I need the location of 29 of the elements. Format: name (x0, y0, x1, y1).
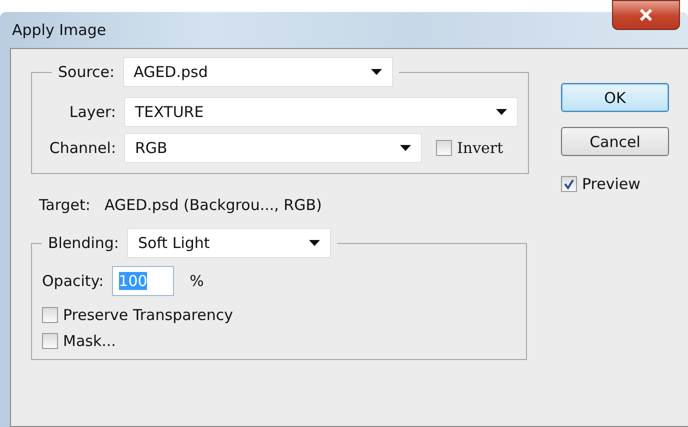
unit-label: % (190, 272, 204, 290)
checkbox[interactable] (42, 333, 58, 349)
dropdown-arrow-icon (308, 240, 320, 246)
field-label: Target: (39, 196, 90, 214)
close-icon (639, 9, 653, 21)
checkbox-label: Invert (457, 139, 504, 157)
window-title: Apply Image (11, 21, 106, 39)
target-value: AGED.psd (Backgrou..., RGB) (104, 196, 322, 214)
channel-dropdown[interactable]: RGB (124, 133, 422, 163)
checkbox-label: Mask... (63, 332, 116, 350)
field-label: Source: (58, 63, 115, 81)
field-label: Channel: (48, 139, 116, 157)
checkbox-label: Preserve Transparency (63, 306, 233, 324)
checkbox-label: Preview (582, 175, 640, 193)
close-button[interactable] (612, 0, 680, 30)
source-dropdown[interactable]: AGED.psd (122, 57, 393, 87)
layer-dropdown[interactable]: TEXTURE (124, 97, 518, 127)
dropdown-arrow-icon (370, 69, 382, 75)
field-label: Opacity: (42, 272, 104, 290)
checkbox[interactable] (561, 176, 577, 192)
blending-dropdown[interactable]: Soft Light (126, 228, 331, 258)
dialog-button[interactable]: Cancel (561, 127, 669, 156)
dropdown-arrow-icon (400, 145, 411, 151)
checkbox[interactable] (42, 307, 58, 323)
field-label: Blending: (48, 234, 119, 252)
dropdown-arrow-icon (496, 109, 507, 115)
dialog-button[interactable]: OK (561, 83, 669, 112)
field-label: Layer: (68, 103, 116, 121)
checkbox[interactable] (436, 140, 452, 156)
